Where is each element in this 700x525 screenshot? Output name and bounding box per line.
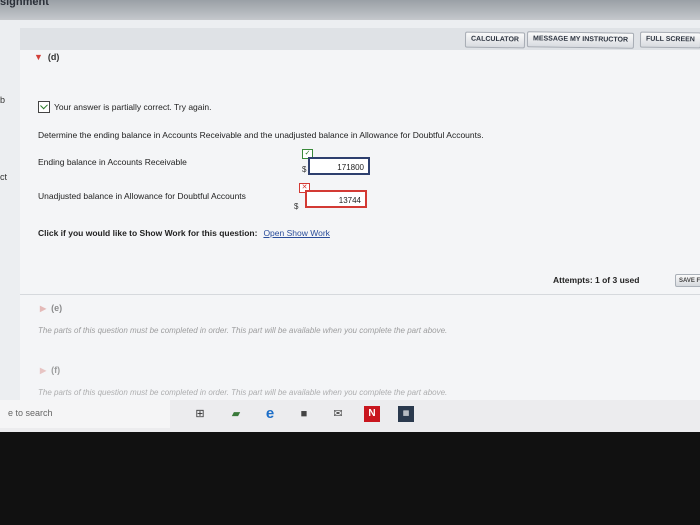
partially-correct-icon <box>38 101 50 113</box>
question-content: ▼ (d) Your answer is partially correct. T… <box>20 50 700 410</box>
show-work-row: Click if you would like to Show Work for… <box>38 228 330 238</box>
part-f-label: (f) <box>51 365 61 375</box>
calculator-button[interactable]: CALCULATOR <box>464 31 526 49</box>
mail-icon[interactable]: ✉ <box>330 406 346 422</box>
screen: b ct CALCULATOR MESSAGE MY INSTRUCTOR FU… <box>0 20 700 432</box>
netflix-icon[interactable]: N <box>364 406 380 422</box>
collapse-triangle-icon: ▼ <box>34 52 43 62</box>
full-screen-button[interactable]: FULL SCREEN <box>639 31 700 49</box>
allowance-input[interactable]: 13744 <box>305 190 367 208</box>
save-for-later-button[interactable]: SAVE F <box>675 274 700 287</box>
currency-symbol: $ <box>302 165 307 174</box>
part-f-notice: The parts of this question must be compl… <box>38 388 448 397</box>
answer-status-text: Your answer is partially correct. Try ag… <box>54 102 212 112</box>
answer-status: Your answer is partially correct. Try ag… <box>38 101 211 113</box>
part-d-label: (d) <box>47 52 60 62</box>
question-toolbar: CALCULATOR MESSAGE MY INSTRUCTOR FULL SC… <box>20 28 700 51</box>
question-text: Determine the ending balance in Accounts… <box>38 130 484 140</box>
assignment-title-fragment: signment <box>0 0 49 8</box>
part-f-header[interactable]: ▶ (f) <box>40 365 60 375</box>
show-work-prompt: Click if you would like to Show Work for… <box>38 228 258 238</box>
edge-icon[interactable]: e <box>262 406 278 422</box>
part-d-header[interactable]: ▼ (d) <box>34 52 59 62</box>
part-e-notice: The parts of this question must be compl… <box>38 326 448 335</box>
monitor-bezel <box>0 432 700 525</box>
divider <box>20 294 700 295</box>
message-instructor-button[interactable]: MESSAGE MY INSTRUCTOR <box>526 31 635 49</box>
currency-symbol: $ <box>294 202 299 211</box>
part-e-label: (e) <box>51 303 63 313</box>
taskbar-search-box[interactable]: e to search <box>0 400 170 428</box>
ending-ar-input[interactable]: 171800 <box>308 157 370 175</box>
left-edge-text-b: b <box>0 95 6 105</box>
app-icon[interactable]: ▦ <box>398 406 414 422</box>
allowance-label: Unadjusted balance in Allowance for Doub… <box>38 191 246 201</box>
expand-triangle-icon: ▶ <box>40 366 47 375</box>
left-edge-text-ct: ct <box>0 172 8 182</box>
files-icon[interactable]: ■ <box>296 406 312 422</box>
attempts-counter: Attempts: 1 of 3 used <box>553 275 640 285</box>
open-show-work-link[interactable]: Open Show Work <box>263 228 329 238</box>
part-e-header[interactable]: ▶ (e) <box>40 303 62 313</box>
task-view-icon[interactable]: ⊞ <box>192 406 208 422</box>
expand-triangle-icon: ▶ <box>40 304 47 313</box>
ending-ar-label: Ending balance in Accounts Receivable <box>38 157 187 167</box>
browser-top-strip: signment <box>0 0 700 22</box>
windows-taskbar: e to search ⊞ ▰ e ■ ✉ N ▦ <box>0 400 700 434</box>
store-icon[interactable]: ▰ <box>228 406 244 422</box>
